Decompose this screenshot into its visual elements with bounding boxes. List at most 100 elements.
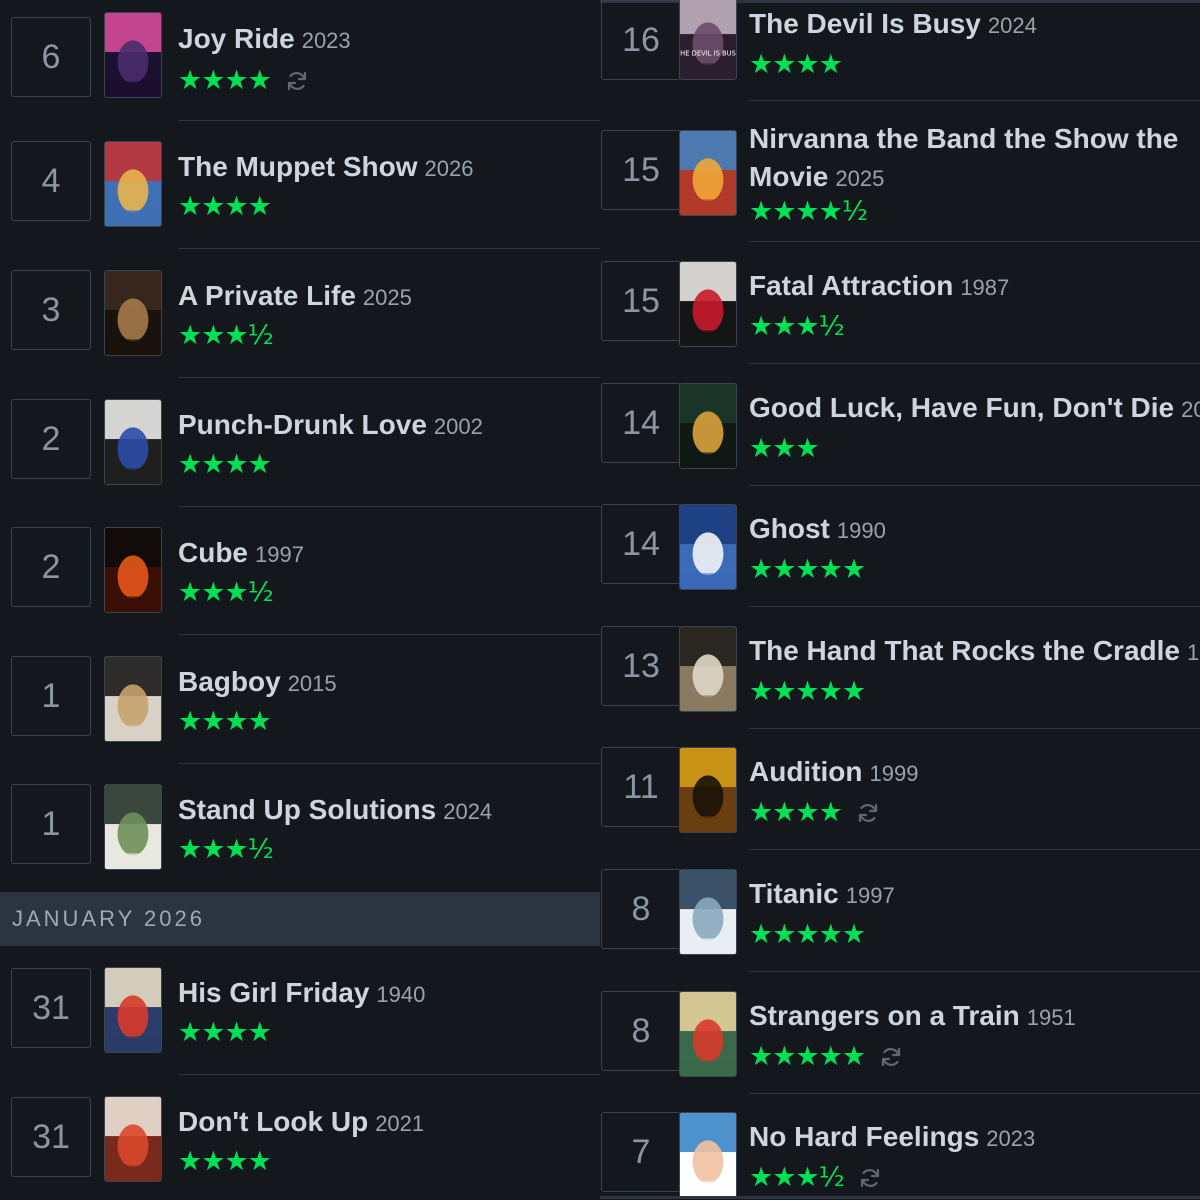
film-year[interactable]: 2024 [443, 799, 492, 824]
film-poster[interactable] [679, 1112, 737, 1198]
film-poster[interactable] [679, 626, 737, 712]
film-title[interactable]: Strangers on a Train [749, 1000, 1020, 1031]
diary-entry[interactable]: 15 Nirvanna the Band the Show the Movie 20… [600, 100, 1200, 227]
diary-entry[interactable]: 8 Strangers on a Train 1951 ★★★★★ [600, 971, 1200, 1092]
film-title[interactable]: Good Luck, Have Fun, Don't Die [749, 392, 1174, 423]
day-number[interactable]: 15 [601, 261, 681, 341]
film-title[interactable]: Ghost [749, 513, 830, 544]
rewatch-icon[interactable] [856, 801, 880, 825]
film-poster[interactable] [679, 383, 737, 469]
film-poster[interactable] [104, 527, 162, 613]
film-poster[interactable] [104, 784, 162, 870]
film-year[interactable]: 2021 [375, 1111, 424, 1136]
day-number[interactable]: 2 [11, 527, 91, 607]
film-title[interactable]: The Muppet Show [178, 151, 418, 182]
film-year[interactable]: 2002 [434, 414, 483, 439]
diary-entry[interactable]: 31 His Girl Friday 1940 ★★★★ [0, 946, 600, 1074]
film-year[interactable]: 1951 [1027, 1005, 1076, 1030]
film-year[interactable]: 2023 [986, 1126, 1035, 1151]
film-poster[interactable] [104, 12, 162, 98]
day-number[interactable]: 8 [601, 991, 681, 1071]
film-poster[interactable] [104, 967, 162, 1053]
film-poster[interactable] [104, 1096, 162, 1182]
rewatch-icon[interactable] [879, 1045, 903, 1069]
day-number[interactable]: 16 [601, 0, 681, 80]
film-year[interactable]: 1940 [376, 982, 425, 1007]
film-year[interactable]: 2026 [425, 156, 474, 181]
diary-entry[interactable]: 13 The Hand That Rocks the Cradle 1992 ★★★★… [600, 606, 1200, 727]
day-number[interactable]: 15 [601, 130, 681, 210]
film-poster[interactable] [679, 747, 737, 833]
film-title[interactable]: Nirvanna the Band the Show the Movie [749, 123, 1178, 192]
film-title[interactable]: His Girl Friday [178, 977, 369, 1008]
day-number[interactable]: 8 [601, 869, 681, 949]
film-year[interactable]: 1997 [846, 883, 895, 908]
diary-entry[interactable]: 4 The Muppet Show 2026 ★★★★ [0, 120, 600, 248]
diary-entry[interactable]: 14 Ghost 1990 ★★★★★ [600, 484, 1200, 605]
day-number[interactable]: 6 [11, 17, 91, 97]
day-number[interactable]: 31 [11, 968, 91, 1048]
rewatch-icon[interactable] [858, 1166, 882, 1190]
film-title-line: Good Luck, Have Fun, Don't Die 2025 [749, 391, 1200, 429]
diary-entry[interactable]: 2 Cube 1997 ★★★½ [0, 506, 600, 634]
film-title[interactable]: Audition [749, 756, 863, 787]
film-year[interactable]: 1987 [960, 275, 1009, 300]
film-poster[interactable] [104, 656, 162, 742]
film-poster[interactable] [679, 130, 737, 216]
day-number[interactable]: 14 [601, 383, 681, 463]
day-number[interactable]: 3 [11, 270, 91, 350]
film-poster[interactable] [104, 399, 162, 485]
day-number[interactable]: 13 [601, 626, 681, 706]
diary-entry[interactable]: 8 Titanic 1997 ★★★★★ [600, 849, 1200, 970]
day-number[interactable]: 4 [11, 141, 91, 221]
film-title[interactable]: Bagboy [178, 666, 281, 697]
film-title[interactable]: Joy Ride [178, 23, 295, 54]
diary-entry[interactable]: 6 Joy Ride 2023 ★★★★ [0, 0, 600, 128]
film-year[interactable]: 1992 [1187, 640, 1200, 665]
film-title[interactable]: No Hard Feelings [749, 1121, 979, 1152]
film-year[interactable]: 2024 [988, 13, 1037, 38]
film-year[interactable]: 1997 [255, 542, 304, 567]
diary-entry[interactable]: 3 A Private Life 2025 ★★★½ [0, 249, 600, 377]
rating-row: ★★★½ [749, 1163, 882, 1193]
film-year[interactable]: 2023 [302, 28, 351, 53]
diary-entry[interactable]: 15 Fatal Attraction 1987 ★★★½ [600, 241, 1200, 362]
film-year[interactable]: 1999 [870, 761, 919, 786]
film-year[interactable]: 1990 [837, 518, 886, 543]
day-number[interactable]: 31 [11, 1097, 91, 1177]
day-number[interactable]: 1 [11, 656, 91, 736]
diary-entry[interactable]: 31 Don't Look Up 2021 ★★★★ [0, 1075, 600, 1200]
diary-entry[interactable]: 14 Good Luck, Have Fun, Don't Die 2025 ★★★ [600, 363, 1200, 484]
film-title[interactable]: A Private Life [178, 280, 356, 311]
film-year[interactable]: 2025 [1181, 397, 1200, 422]
film-poster[interactable] [679, 261, 737, 347]
film-title[interactable]: Cube [178, 537, 248, 568]
diary-entry[interactable]: 11 Audition 1999 ★★★★ [600, 727, 1200, 848]
day-number[interactable]: 1 [11, 784, 91, 864]
film-title[interactable]: Stand Up Solutions [178, 794, 436, 825]
film-title[interactable]: Titanic [749, 878, 839, 909]
diary-entry[interactable]: 1 Stand Up Solutions 2024 ★★★½ [0, 763, 600, 891]
rewatch-icon[interactable] [285, 69, 309, 93]
film-poster[interactable] [679, 991, 737, 1077]
film-poster[interactable] [104, 141, 162, 227]
film-title[interactable]: Fatal Attraction [749, 270, 953, 301]
film-title[interactable]: Punch-Drunk Love [178, 409, 427, 440]
film-title[interactable]: The Hand That Rocks the Cradle [749, 635, 1180, 666]
film-year[interactable]: 2025 [835, 166, 884, 191]
film-year[interactable]: 2025 [363, 285, 412, 310]
film-title[interactable]: The Devil Is Busy [749, 8, 981, 39]
day-number[interactable]: 14 [601, 504, 681, 584]
day-number[interactable]: 2 [11, 399, 91, 479]
film-poster[interactable]: THE DEVIL IS BUSY [679, 0, 737, 80]
film-year[interactable]: 2015 [288, 671, 337, 696]
film-poster[interactable] [679, 504, 737, 590]
film-title[interactable]: Don't Look Up [178, 1106, 368, 1137]
diary-entry[interactable]: 7 No Hard Feelings 2023 ★★★½ [600, 1092, 1200, 1200]
film-poster[interactable] [679, 869, 737, 955]
film-poster[interactable] [104, 270, 162, 356]
day-number[interactable]: 11 [601, 747, 681, 827]
diary-entry[interactable]: 1 Bagboy 2015 ★★★★ [0, 635, 600, 763]
day-number[interactable]: 7 [601, 1112, 681, 1192]
diary-entry[interactable]: 2 Punch-Drunk Love 2002 ★★★★ [0, 378, 600, 506]
